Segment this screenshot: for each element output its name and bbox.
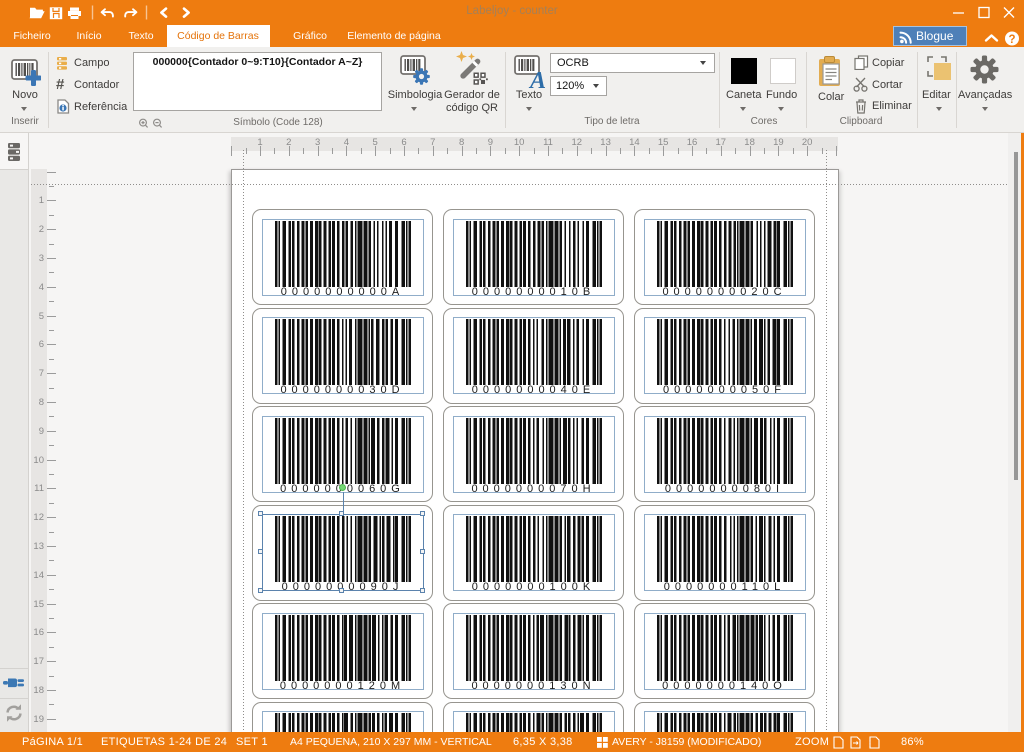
svg-text:?: ? [1008,34,1015,46]
svg-text:A: A [528,68,546,91]
